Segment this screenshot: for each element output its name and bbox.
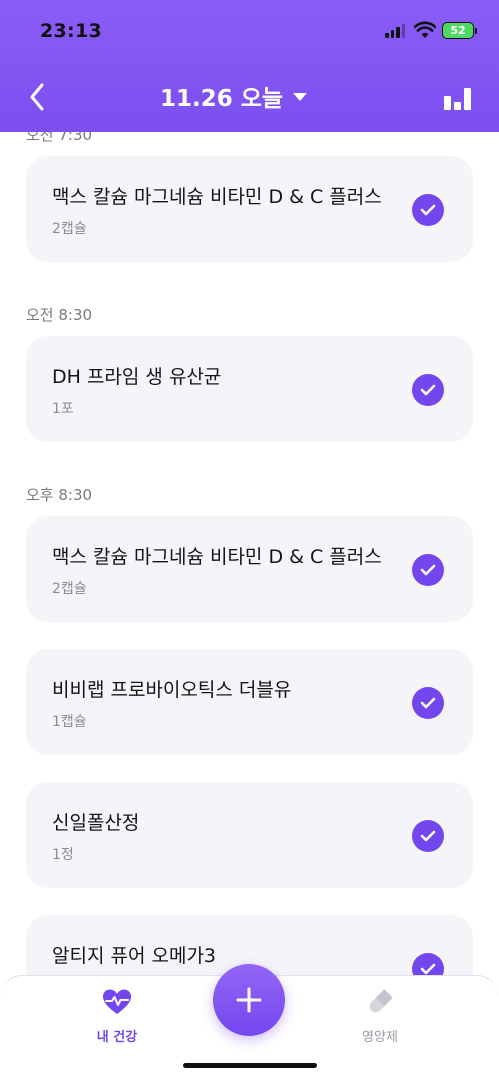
supplement-name: 맥스 칼슘 마그네슘 비타민 D & C 플러스 [52,186,382,208]
nav-row: 11.26 오늘 [0,62,499,132]
checkmark-icon [420,384,436,396]
battery-icon: 52 [442,22,477,39]
date-title: 11.26 오늘 [160,86,284,112]
caret-down-icon [293,93,308,101]
supplement-dose: 1포 [52,401,74,417]
chevron-left-icon [30,83,44,111]
home-indicator [183,1063,317,1068]
check-button[interactable] [412,554,444,586]
schedule-list[interactable]: 오전 7:30 맥스 칼슘 마그네슘 비타민 D & C 플러스 2캡슐 오전 … [0,132,499,975]
pill-icon [369,989,393,1013]
date-selector[interactable]: 11.26 오늘 [160,80,308,112]
check-button[interactable] [412,953,444,975]
checkmark-icon [420,697,436,709]
time-label: 오후 8:30 [26,486,93,504]
checkmark-icon [420,830,436,842]
supplement-dose: 1정 [52,847,74,863]
battery-level: 52 [450,24,466,37]
supplement-name: 맥스 칼슘 마그네슘 비타민 D & C 플러스 [52,546,382,568]
wifi-icon [414,21,436,38]
supplement-name: 신일폴산정 [52,812,140,834]
supplement-dose: 1캡슐 [52,714,87,730]
checkmark-icon [420,204,436,216]
bar-chart-icon [444,96,451,110]
supplement-card[interactable]: 맥스 칼슘 마그네슘 비타민 D & C 플러스 2캡슐 [26,156,473,262]
status-time: 23:13 [40,20,102,42]
supplement-name: DH 프라임 생 유산균 [52,366,222,388]
plus-icon [236,987,262,1013]
back-button[interactable] [24,80,50,114]
checkmark-icon [420,963,436,975]
supplement-card[interactable]: 신일폴산정 1정 [26,782,473,888]
supplement-dose: 2캡슐 [52,221,87,237]
checkmark-icon [420,564,436,576]
add-button[interactable] [213,964,285,1036]
supplement-dose: 2캡슐 [52,581,87,597]
time-label: 오전 7:30 [26,132,93,144]
status-bar: 23:13 52 [0,0,499,62]
supplement-card[interactable]: 비비랩 프로바이오틱스 더블유 1캡슐 [26,649,473,755]
heart-pulse-icon [103,989,131,1014]
tab-supplements[interactable]: 영양제 [320,988,440,1058]
supplement-card[interactable]: 맥스 칼슘 마그네슘 비타민 D & C 플러스 2캡슐 [26,516,473,622]
check-button[interactable] [412,687,444,719]
supplement-name: 비비랩 프로바이오틱스 더블유 [52,679,292,701]
top-app-bar: 23:13 52 11.26 오늘 [0,0,499,132]
time-label: 오전 8:30 [26,306,93,324]
check-button[interactable] [412,374,444,406]
tab-my-health-label: 내 건강 [96,1030,138,1045]
supplement-card[interactable]: DH 프라임 생 유산균 1포 [26,336,473,442]
cellular-signal-icon [385,24,405,38]
supplement-name: 알티지 퓨어 오메가3 [52,945,217,967]
check-button[interactable] [412,820,444,852]
statistics-button[interactable] [444,82,472,110]
check-button[interactable] [412,194,444,226]
tab-supplements-label: 영양제 [362,1030,398,1045]
tab-my-health[interactable]: 내 건강 [57,988,177,1058]
